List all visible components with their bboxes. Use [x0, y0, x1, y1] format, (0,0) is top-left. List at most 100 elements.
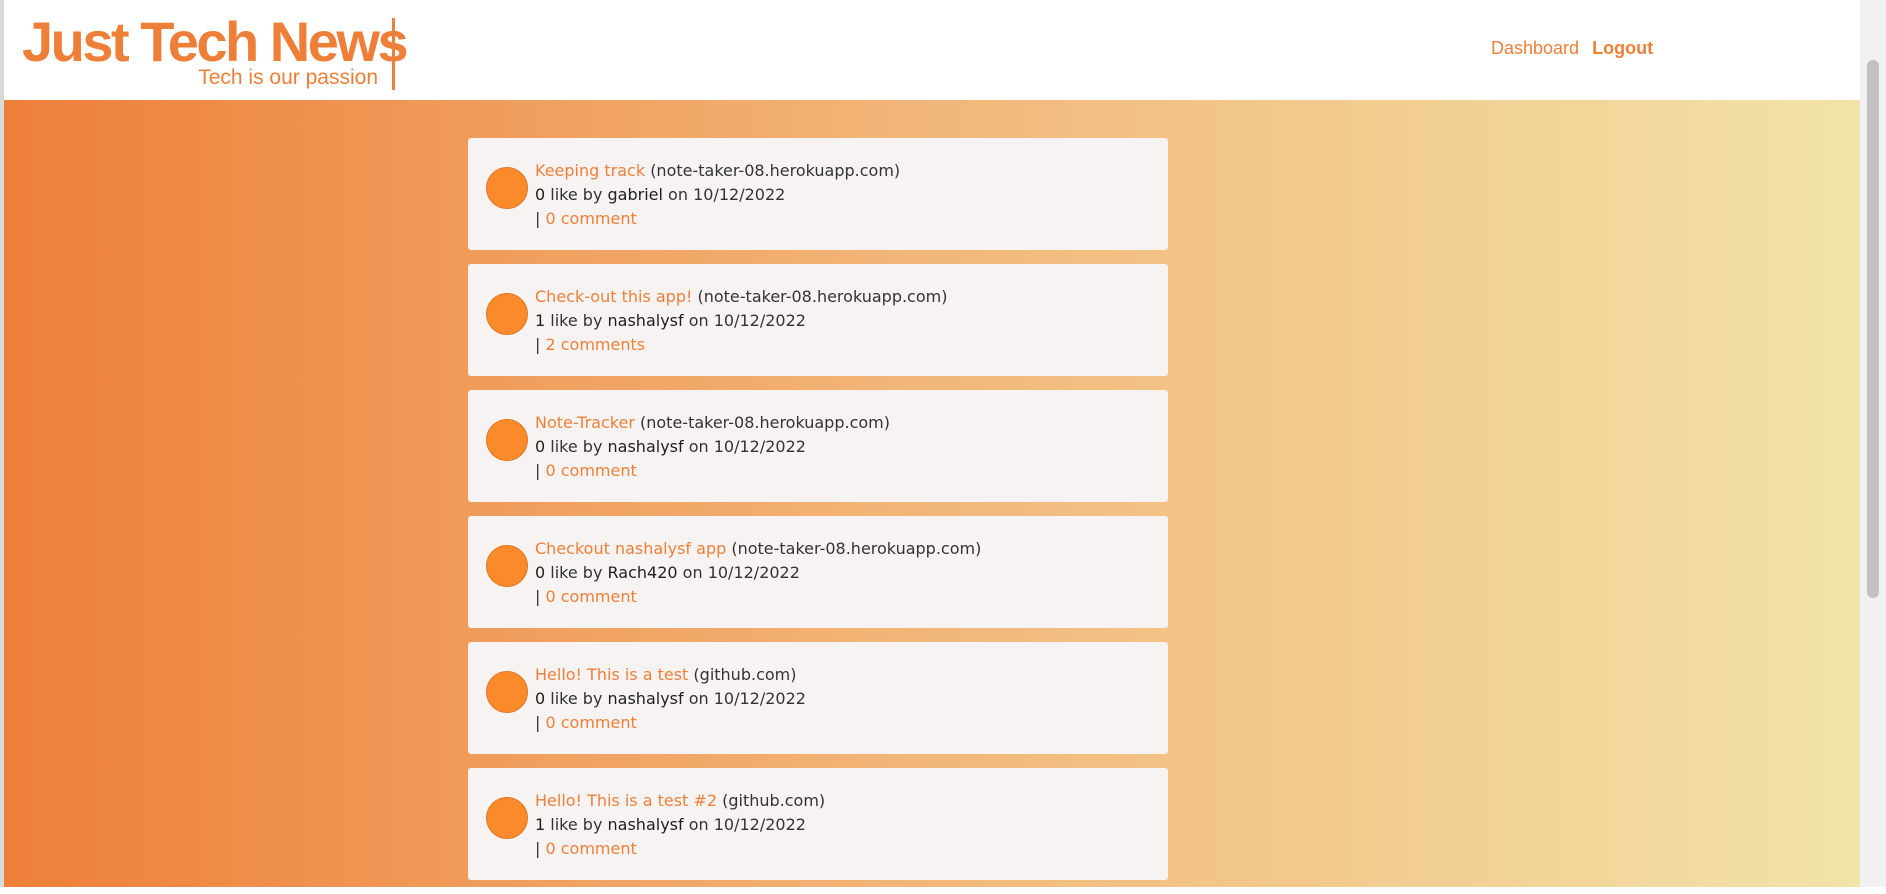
post-on-label: on	[688, 311, 709, 330]
avatar-circle-icon	[486, 671, 528, 713]
post-card: Keeping track (note-taker-08.herokuapp.c…	[468, 138, 1168, 250]
post-card: Checkout nashalysf app (note-taker-08.he…	[468, 516, 1168, 628]
separator-icon: |	[535, 335, 541, 354]
post-on-label: on	[688, 689, 709, 708]
site-logo[interactable]: Just Tech News Tech is our passion	[22, 14, 409, 90]
post-on-label: on	[668, 185, 688, 204]
post-comments-link[interactable]: 0 comment	[545, 209, 636, 228]
post-body: Keeping track (note-taker-08.herokuapp.c…	[535, 159, 900, 231]
post-author: nashalysf	[607, 311, 684, 330]
post-on-label: on	[688, 437, 709, 456]
avatar-circle-icon	[486, 167, 528, 209]
post-author: nashalysf	[607, 815, 684, 834]
post-title-link[interactable]: Hello! This is a test	[535, 665, 688, 684]
vertical-scrollbar[interactable]	[1860, 0, 1886, 887]
post-domain: (note-taker-08.herokuapp.com)	[697, 287, 948, 306]
site-header: Just Tech News Tech is our passion Dashb…	[4, 0, 1860, 100]
post-comments-line: | 0 comment	[535, 837, 825, 861]
post-comments-link[interactable]: 0 comment	[545, 713, 636, 732]
post-like-label: like by	[550, 311, 603, 330]
post-like-count: 0	[535, 689, 546, 708]
post-on-label: on	[688, 815, 709, 834]
post-comments-line: | 0 comment	[535, 459, 890, 483]
post-author: Rach420	[607, 563, 678, 582]
post-meta-line: 0 like by gabriel on 10/12/2022	[535, 183, 900, 207]
post-title-link[interactable]: Hello! This is a test #2	[535, 791, 717, 810]
post-title-line: Keeping track (note-taker-08.herokuapp.c…	[535, 159, 900, 183]
post-title-line: Hello! This is a test (github.com)	[535, 663, 806, 687]
post-comments-link[interactable]: 2 comments	[545, 335, 645, 354]
post-domain: (note-taker-08.herokuapp.com)	[640, 413, 890, 432]
post-like-label: like by	[550, 689, 603, 708]
post-title-line: Note-Tracker (note-taker-08.herokuapp.co…	[535, 411, 890, 435]
site-title[interactable]: Just Tech News	[22, 14, 409, 70]
scrollbar-thumb[interactable]	[1867, 60, 1879, 598]
post-card: Note-Tracker (note-taker-08.herokuapp.co…	[468, 390, 1168, 502]
post-like-count: 1	[535, 815, 546, 834]
post-body: Check-out this app! (note-taker-08.herok…	[535, 285, 947, 357]
post-comments-link[interactable]: 0 comment	[545, 587, 636, 606]
post-card: Hello! This is a test (github.com) 0 lik…	[468, 642, 1168, 754]
post-comments-link[interactable]: 0 comment	[545, 839, 636, 858]
post-comments-line: | 0 comment	[535, 711, 806, 735]
site-tagline: Tech is our passion	[198, 66, 378, 89]
separator-icon: |	[535, 839, 541, 858]
post-card: Hello! This is a test #2 (github.com) 1 …	[468, 768, 1168, 880]
post-comments-line: | 2 comments	[535, 333, 947, 357]
post-domain: (note-taker-08.herokuapp.com)	[650, 161, 901, 180]
post-comments-line: | 0 comment	[535, 585, 981, 609]
avatar-circle-icon	[486, 293, 528, 335]
avatar-circle-icon	[486, 797, 528, 839]
post-comments-link[interactable]: 0 comment	[545, 461, 636, 480]
post-card: Check-out this app! (note-taker-08.herok…	[468, 264, 1168, 376]
post-like-label: like by	[550, 185, 603, 204]
post-author: gabriel	[607, 185, 663, 204]
post-domain: (note-taker-08.herokuapp.com)	[731, 539, 982, 558]
post-title-link[interactable]: Keeping track	[535, 161, 645, 180]
post-date: 10/12/2022	[713, 437, 806, 456]
main-nav: Dashboard Logout	[1491, 38, 1661, 59]
main-content: Keeping track (note-taker-08.herokuapp.c…	[4, 100, 1860, 887]
post-like-count: 0	[535, 185, 546, 204]
post-date: 10/12/2022	[713, 689, 806, 708]
separator-icon: |	[535, 461, 541, 480]
post-body: Checkout nashalysf app (note-taker-08.he…	[535, 537, 981, 609]
post-body: Note-Tracker (note-taker-08.herokuapp.co…	[535, 411, 890, 483]
post-like-label: like by	[550, 563, 603, 582]
separator-icon: |	[535, 209, 541, 228]
post-meta-line: 0 like by nashalysf on 10/12/2022	[535, 687, 806, 711]
post-body: Hello! This is a test (github.com) 0 lik…	[535, 663, 806, 735]
post-on-label: on	[682, 563, 703, 582]
separator-icon: |	[535, 713, 541, 732]
post-date: 10/12/2022	[707, 563, 800, 582]
nav-logout-link[interactable]: Logout	[1592, 38, 1653, 58]
post-meta-line: 0 like by nashalysf on 10/12/2022	[535, 435, 890, 459]
post-title-link[interactable]: Note-Tracker	[535, 413, 635, 432]
post-like-count: 0	[535, 563, 546, 582]
post-title-line: Checkout nashalysf app (note-taker-08.he…	[535, 537, 981, 561]
post-author: nashalysf	[607, 689, 684, 708]
nav-dashboard-link[interactable]: Dashboard	[1491, 38, 1579, 58]
post-date: 10/12/2022	[713, 815, 806, 834]
post-body: Hello! This is a test #2 (github.com) 1 …	[535, 789, 825, 861]
post-domain: (github.com)	[693, 665, 797, 684]
post-meta-line: 1 like by nashalysf on 10/12/2022	[535, 309, 947, 333]
post-author: nashalysf	[607, 437, 684, 456]
post-title-link[interactable]: Check-out this app!	[535, 287, 692, 306]
post-like-label: like by	[550, 437, 603, 456]
post-date: 10/12/2022	[693, 185, 786, 204]
avatar-circle-icon	[486, 419, 528, 461]
post-title-line: Hello! This is a test #2 (github.com)	[535, 789, 825, 813]
post-like-count: 1	[535, 311, 546, 330]
post-date: 10/12/2022	[713, 311, 806, 330]
post-domain: (github.com)	[722, 791, 826, 810]
post-list: Keeping track (note-taker-08.herokuapp.c…	[468, 138, 1168, 894]
separator-icon: |	[535, 587, 541, 606]
post-comments-line: | 0 comment	[535, 207, 900, 231]
post-meta-line: 0 like by Rach420 on 10/12/2022	[535, 561, 981, 585]
post-title-line: Check-out this app! (note-taker-08.herok…	[535, 285, 947, 309]
post-meta-line: 1 like by nashalysf on 10/12/2022	[535, 813, 825, 837]
avatar-circle-icon	[486, 545, 528, 587]
post-like-label: like by	[550, 815, 603, 834]
post-title-link[interactable]: Checkout nashalysf app	[535, 539, 726, 558]
